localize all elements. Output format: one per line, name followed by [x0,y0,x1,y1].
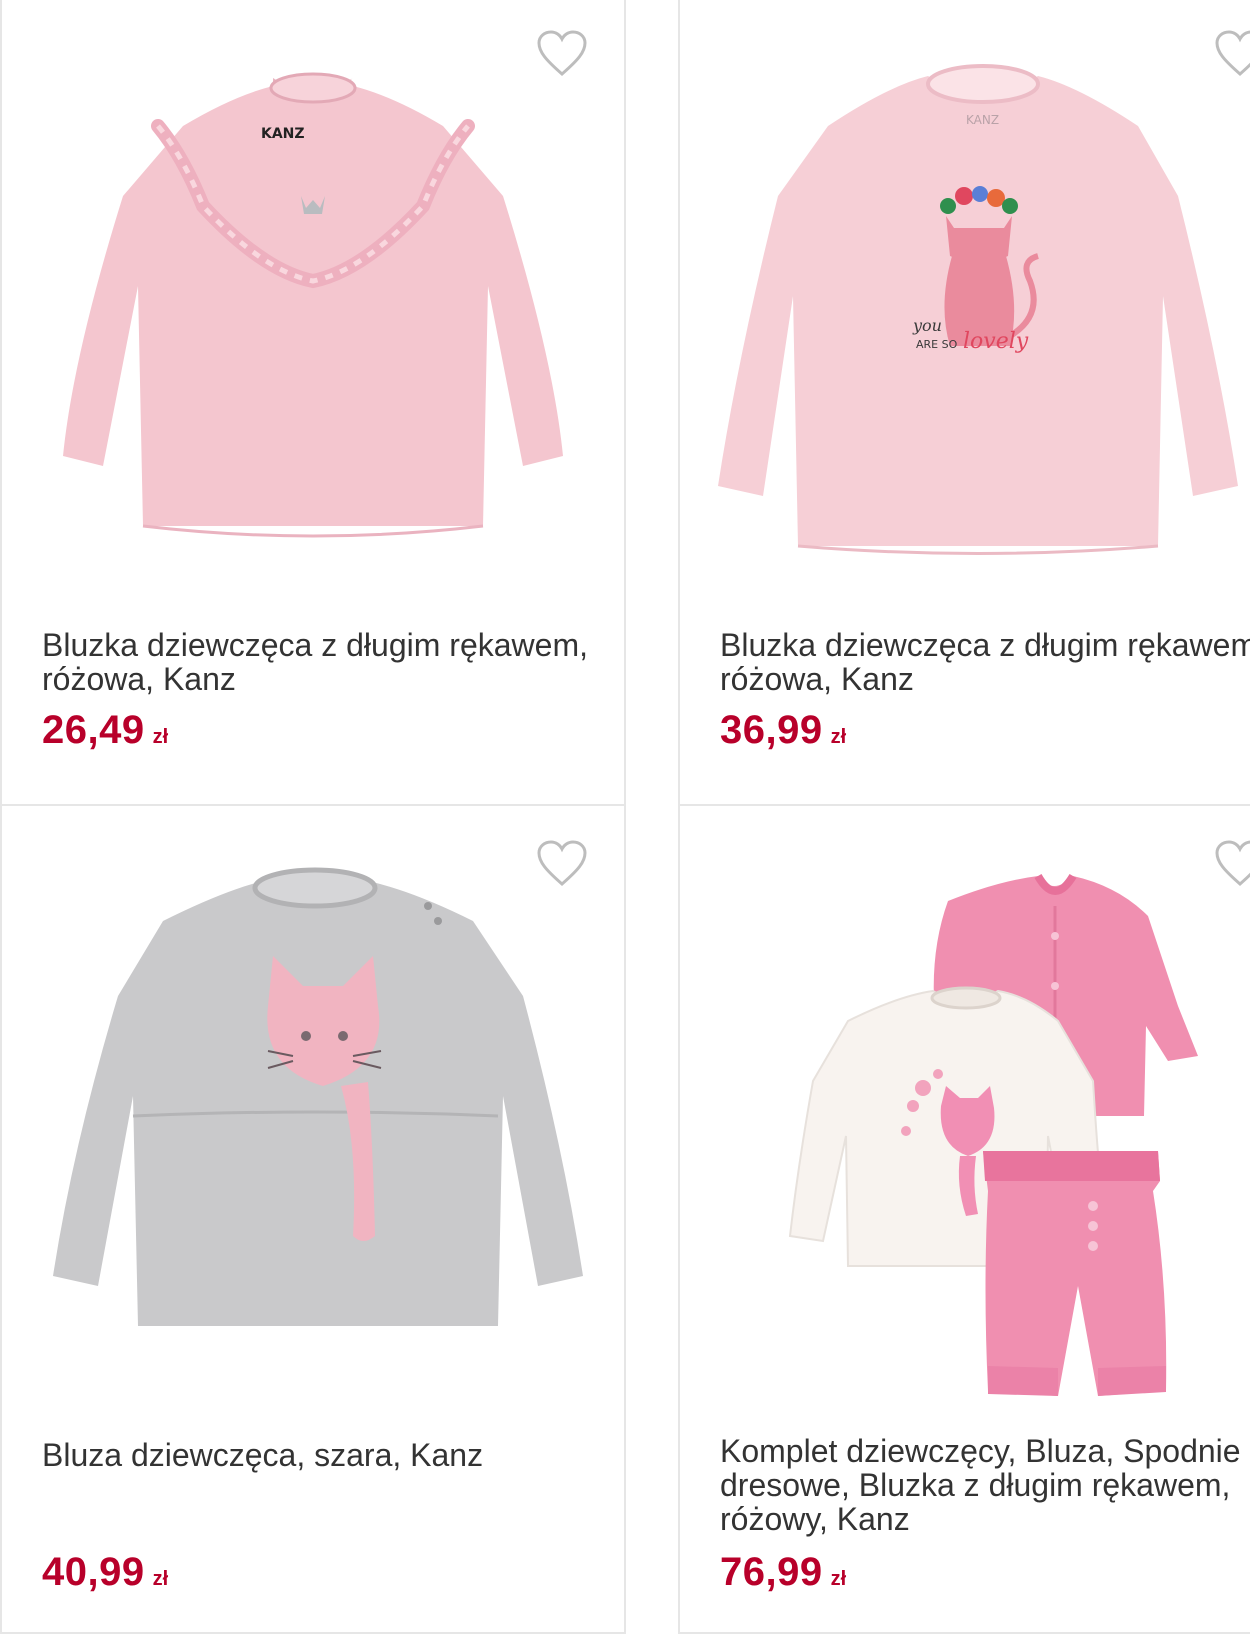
product-price: 26,49 zł [42,708,168,753]
product-image[interactable] [2,846,624,1406]
product-grid: KANZ Bluzka dziewczęca z długim rękawem,… [0,0,1250,1634]
print-text-line2: ARE SO [916,338,958,351]
product-title[interactable]: Bluza dziewczęca, szara, Kanz [42,1438,614,1472]
product-image[interactable] [680,846,1250,1406]
product-image[interactable]: KANZ you ARE SO lovely [680,56,1250,576]
product-card[interactable]: Komplet dziewczęcy, Bluza, Spodnie dreso… [678,804,1250,1634]
product-price: 40,99 zł [42,1550,168,1595]
price-currency: zł [152,1568,169,1590]
price-amount: 36,99 [720,708,823,752]
product-image[interactable]: KANZ [2,56,624,576]
price-currency: zł [830,726,847,748]
product-price: 76,99 zł [720,1550,846,1595]
price-amount: 76,99 [720,1550,823,1594]
price-amount: 26,49 [42,708,145,752]
product-price: 36,99 zł [720,708,846,753]
brand-label: KANZ [966,113,999,127]
price-amount: 40,99 [42,1550,145,1594]
product-card[interactable]: KANZ Bluzka dziewczęca z długim rękawem,… [0,0,626,806]
product-title[interactable]: Bluzka dziewczęca z długim rękawem, różo… [42,628,614,696]
product-card[interactable]: KANZ you ARE SO lovely Bluzka dziewczęca… [678,0,1250,806]
brand-label: KANZ [261,126,305,142]
product-card[interactable]: Bluza dziewczęca, szara, Kanz 40,99 zł [0,804,626,1634]
product-title[interactable]: Komplet dziewczęcy, Bluza, Spodnie dreso… [720,1434,1250,1536]
price-currency: zł [830,1568,847,1590]
price-currency: zł [152,726,169,748]
print-text-line1: you [912,316,942,335]
print-text-line3: lovely [963,329,1029,354]
product-title[interactable]: Bluzka dziewczęca z długim rękawem, różo… [720,628,1250,696]
